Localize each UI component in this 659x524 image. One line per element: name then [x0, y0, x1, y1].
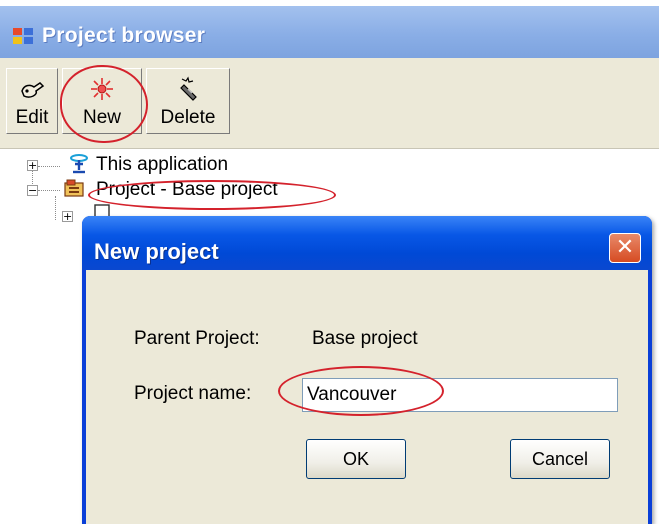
- project-name-input[interactable]: Vancouver: [302, 378, 618, 412]
- toolbar: Edit New Delete: [0, 58, 659, 149]
- new-project-dialog: New project ✕ Parent Project: Base proje…: [82, 216, 652, 524]
- edit-icon: [21, 82, 45, 98]
- ok-button-label: OK: [342, 449, 369, 469]
- tree-item-label: This application: [96, 154, 229, 175]
- expand-toggle[interactable]: +: [27, 160, 38, 171]
- project-browser-title: Project browser: [42, 24, 206, 47]
- application-icon: [70, 154, 88, 174]
- edit-button[interactable]: Edit: [6, 68, 58, 134]
- new-button-label: New: [82, 107, 121, 128]
- tree-item-label: Project - Base project: [96, 179, 278, 200]
- expand-toggle[interactable]: +: [62, 211, 73, 222]
- project-name-value: Vancouver: [307, 384, 397, 405]
- parent-project-value: Base project: [312, 328, 418, 349]
- delete-icon: [180, 76, 197, 101]
- dialog-body: Parent Project: Base project Project nam…: [86, 270, 648, 524]
- new-icon: [91, 78, 113, 100]
- cancel-button-label: Cancel: [531, 449, 589, 469]
- collapse-toggle[interactable]: −: [27, 185, 38, 196]
- project-browser-titlebar[interactable]: Project browser: [0, 6, 659, 58]
- tree-item-this-application[interactable]: + This application: [0, 154, 260, 178]
- dialog-titlebar[interactable]: New project ✕: [82, 216, 652, 270]
- dialog-close-button[interactable]: ✕: [609, 233, 641, 263]
- cancel-button[interactable]: Cancel: [510, 439, 610, 479]
- parent-project-label: Parent Project:: [134, 328, 260, 349]
- window-app-icon: [13, 28, 35, 46]
- delete-button[interactable]: Delete: [146, 68, 230, 134]
- dialog-title: New project: [94, 239, 219, 264]
- tree-item-base-project[interactable]: − Project - Base project: [0, 178, 310, 202]
- edit-button-label: Edit: [15, 107, 49, 128]
- project-name-label: Project name:: [134, 383, 252, 404]
- delete-button-label: Delete: [160, 107, 216, 128]
- ok-button[interactable]: OK: [306, 439, 406, 479]
- close-icon: ✕: [615, 235, 635, 260]
- new-button[interactable]: New: [62, 68, 142, 134]
- project-icon: [64, 179, 84, 197]
